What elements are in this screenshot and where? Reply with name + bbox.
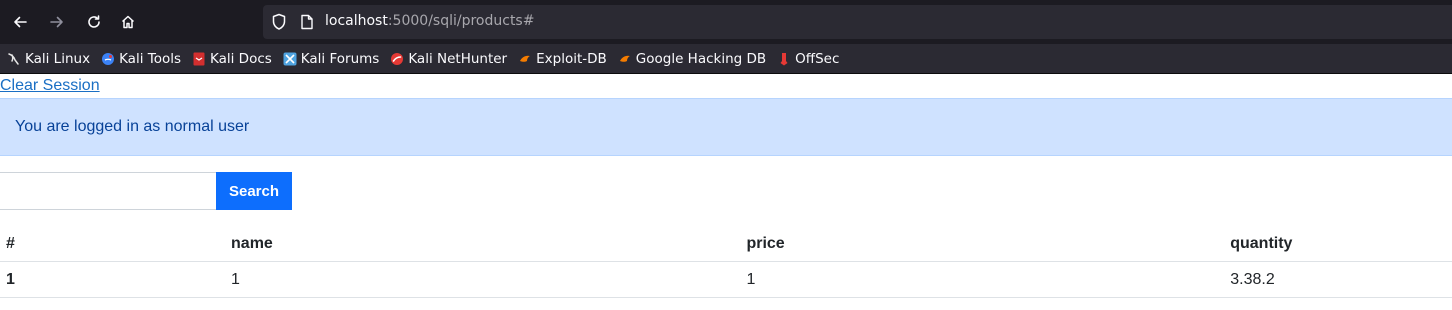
shield-icon[interactable] <box>271 13 287 31</box>
bookmark-label: Kali Forums <box>300 50 380 67</box>
page-icon[interactable] <box>300 14 314 30</box>
column-header-quantity: quantity <box>1224 226 1452 262</box>
bookmark-label: Exploit-DB <box>536 50 607 67</box>
url-text[interactable]: localhost:5000/sqli/products# <box>325 13 534 29</box>
url-host: localhost <box>325 13 388 29</box>
bookmark-label: Kali NetHunter <box>408 50 508 67</box>
home-icon <box>121 15 135 29</box>
address-bar[interactable]: localhost:5000/sqli/products# <box>263 5 1452 39</box>
arrow-left-icon <box>14 16 27 28</box>
column-header-id: # <box>0 226 226 262</box>
bookmark-kali-docs[interactable]: Kali Docs <box>192 51 272 67</box>
kali-docs-icon <box>193 52 205 65</box>
bookmark-label: Google Hacking DB <box>635 50 767 67</box>
bookmark-label: Kali Linux <box>25 50 91 67</box>
login-status-alert: You are logged in as normal user <box>0 98 1452 156</box>
column-header-name: name <box>225 226 741 262</box>
forward-button[interactable] <box>43 8 71 36</box>
bookmarks-toolbar: Kali Linux Kali Tools Kali Docs Kali For… <box>0 44 1452 74</box>
search-button[interactable]: Search <box>216 172 292 210</box>
bookmark-label: OffSec <box>795 50 840 67</box>
bookmark-kali-forums[interactable]: Kali Forums <box>283 50 380 67</box>
column-header-price: price <box>740 226 1225 262</box>
bookmark-offsec[interactable]: OffSec <box>777 51 839 67</box>
kali-tools-icon <box>102 52 115 65</box>
table-header-row: # name price quantity <box>0 226 1452 262</box>
url-path: :5000/sqli/products# <box>387 13 535 29</box>
bookmark-google-hacking-db[interactable]: Google Hacking DB <box>618 51 766 67</box>
bookmark-label: Kali Docs <box>210 50 272 67</box>
kali-forums-icon <box>283 52 297 65</box>
products-table: # name price quantity 1 1 1 3.38.2 <box>0 226 1452 298</box>
bookmark-kali-nethunter[interactable]: Kali NetHunter <box>390 51 507 67</box>
cell-name: 1 <box>225 261 741 298</box>
cell-id: 1 <box>0 261 226 298</box>
bookmark-kali-linux[interactable]: Kali Linux <box>7 51 90 67</box>
table-row: 1 1 1 3.38.2 <box>0 261 1452 298</box>
bookmark-label: Kali Tools <box>119 50 181 67</box>
bookmark-kali-tools[interactable]: Kali Tools <box>101 51 181 67</box>
bookmark-exploit-db[interactable]: Exploit-DB <box>518 51 607 67</box>
exploit-db-icon <box>520 55 531 62</box>
alert-text: You are logged in as normal user <box>15 118 250 135</box>
browser-toolbar: localhost:5000/sqli/products# <box>0 0 1452 44</box>
reload-button[interactable] <box>80 8 108 36</box>
cell-price: 1 <box>740 261 1225 298</box>
offsec-icon <box>780 52 788 65</box>
back-button[interactable] <box>6 8 34 36</box>
search-input[interactable] <box>0 172 216 210</box>
home-button[interactable] <box>114 8 142 36</box>
kali-dragon-icon <box>8 52 19 65</box>
nethunter-icon <box>391 52 404 65</box>
arrow-right-icon <box>50 16 63 28</box>
cell-quantity: 3.38.2 <box>1224 261 1452 298</box>
reload-icon <box>88 15 100 28</box>
ghdb-icon <box>619 55 630 62</box>
clear-session-link[interactable]: Clear Session <box>0 77 100 95</box>
